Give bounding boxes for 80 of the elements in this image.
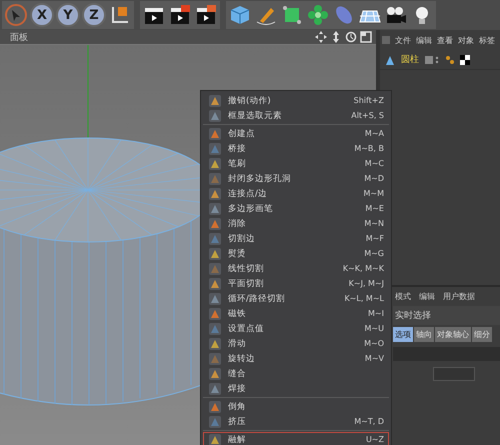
- clapperboard-icon[interactable]: [194, 3, 218, 27]
- grip-icon: [382, 36, 390, 44]
- flower-icon[interactable]: [306, 3, 330, 27]
- menu-item[interactable]: 挤压 M~T, D: [203, 414, 389, 429]
- tool-icon: [208, 322, 222, 336]
- tool-icon: [208, 366, 222, 380]
- menu-item[interactable]: 用户数据: [443, 291, 475, 302]
- menu-item[interactable]: 连接点/边 M~M: [203, 186, 389, 201]
- axis-button[interactable]: Z: [82, 3, 106, 27]
- tool-icon: [208, 156, 222, 170]
- tool-icon: [208, 306, 222, 320]
- cube-points-icon[interactable]: [280, 3, 304, 27]
- tool-icon: [208, 262, 222, 276]
- menu-item[interactable]: 撤销(动作) Shift+Z: [203, 93, 389, 108]
- menu-item[interactable]: 切割边 M~F: [203, 231, 389, 246]
- tool-icon: [208, 186, 222, 200]
- menu-item[interactable]: 编辑: [419, 291, 435, 302]
- clapperboard-icon[interactable]: [168, 3, 192, 27]
- menu-item[interactable]: 桥接 M~B, B: [203, 141, 389, 156]
- menu-item[interactable]: 封闭多边形孔洞 M~D: [203, 171, 389, 186]
- tool-icon: [208, 94, 222, 108]
- tab[interactable]: 选项: [393, 327, 413, 342]
- menu-item[interactable]: 倒角: [203, 399, 389, 414]
- menu-item[interactable]: 线性切割 K~K, M~K: [203, 261, 389, 276]
- viewport-menu-item[interactable]: 面板: [10, 30, 28, 44]
- tool-title: 实时选择: [393, 306, 500, 325]
- menu-item[interactable]: 对象: [458, 34, 474, 46]
- maximize-icon[interactable]: [360, 31, 372, 43]
- visibility-dots-icon[interactable]: [424, 54, 440, 64]
- menu-item[interactable]: 滑动 M~O: [203, 336, 389, 351]
- menu-item[interactable]: 平面切割 K~J, M~J: [203, 276, 389, 291]
- menu-item[interactable]: 查看: [437, 34, 453, 46]
- input-field[interactable]: [433, 367, 475, 381]
- menu-item[interactable]: 框显选取元素 Alt+S, S: [203, 108, 389, 123]
- menu-item[interactable]: 模式: [395, 291, 411, 302]
- tool-icon: [208, 292, 222, 306]
- menu-item[interactable]: 多边形画笔 M~E: [203, 201, 389, 216]
- menu-item[interactable]: 磁铁 M~I: [203, 306, 389, 321]
- tool-icon: [208, 172, 222, 186]
- rotate-icon[interactable]: [345, 31, 357, 43]
- tool-icon: [208, 108, 222, 122]
- tab[interactable]: 细分: [472, 327, 492, 342]
- menu-item[interactable]: 旋转边 M~V: [203, 351, 389, 366]
- object-name[interactable]: 圆柱: [401, 53, 419, 66]
- tab[interactable]: 轴向: [414, 327, 434, 342]
- menu-item[interactable]: 文件: [395, 34, 411, 46]
- axis-button[interactable]: Y: [56, 3, 80, 27]
- menu-item[interactable]: 编辑: [416, 34, 432, 46]
- tool-icon: [208, 400, 222, 414]
- cursor-icon[interactable]: [4, 3, 28, 27]
- menu-item[interactable]: 标签: [479, 34, 495, 46]
- tool-icon: [208, 382, 222, 396]
- tool-icon: [208, 352, 222, 366]
- tool-icon: [208, 126, 222, 140]
- checker-tag-icon[interactable]: [460, 54, 470, 64]
- tab[interactable]: 对象轴心: [435, 327, 471, 342]
- menu-item[interactable]: 创建点 M~A: [203, 126, 389, 141]
- tag-icon[interactable]: [445, 54, 455, 64]
- tool-icon: [208, 276, 222, 290]
- menu-item[interactable]: 熨烫 M~G: [203, 246, 389, 261]
- menu-item[interactable]: 缝合: [203, 366, 389, 381]
- dolly-icon[interactable]: [330, 31, 342, 43]
- cylinder-icon: [384, 54, 396, 66]
- menu-item[interactable]: 笔刷 M~C: [203, 156, 389, 171]
- tool-icon: [208, 432, 222, 445]
- move-icon[interactable]: [315, 31, 327, 43]
- tool-icon: [208, 414, 222, 428]
- tool-icon: [208, 202, 222, 216]
- menu-item[interactable]: 循环/路径切割 K~L, M~L: [203, 291, 389, 306]
- tool-icon: [208, 232, 222, 246]
- tool-icon: [208, 336, 222, 350]
- tool-icon: [208, 246, 222, 260]
- menu-item[interactable]: 焊接: [203, 381, 389, 396]
- menu-item[interactable]: 融解 U~Z: [203, 432, 389, 445]
- tool-icon: [208, 142, 222, 156]
- menu-item[interactable]: 设置点值 M~U: [203, 321, 389, 336]
- cube-icon[interactable]: [228, 3, 252, 27]
- axis-button[interactable]: X: [30, 3, 54, 27]
- tool-icon: [208, 216, 222, 230]
- menu-item[interactable]: 消除 M~N: [203, 216, 389, 231]
